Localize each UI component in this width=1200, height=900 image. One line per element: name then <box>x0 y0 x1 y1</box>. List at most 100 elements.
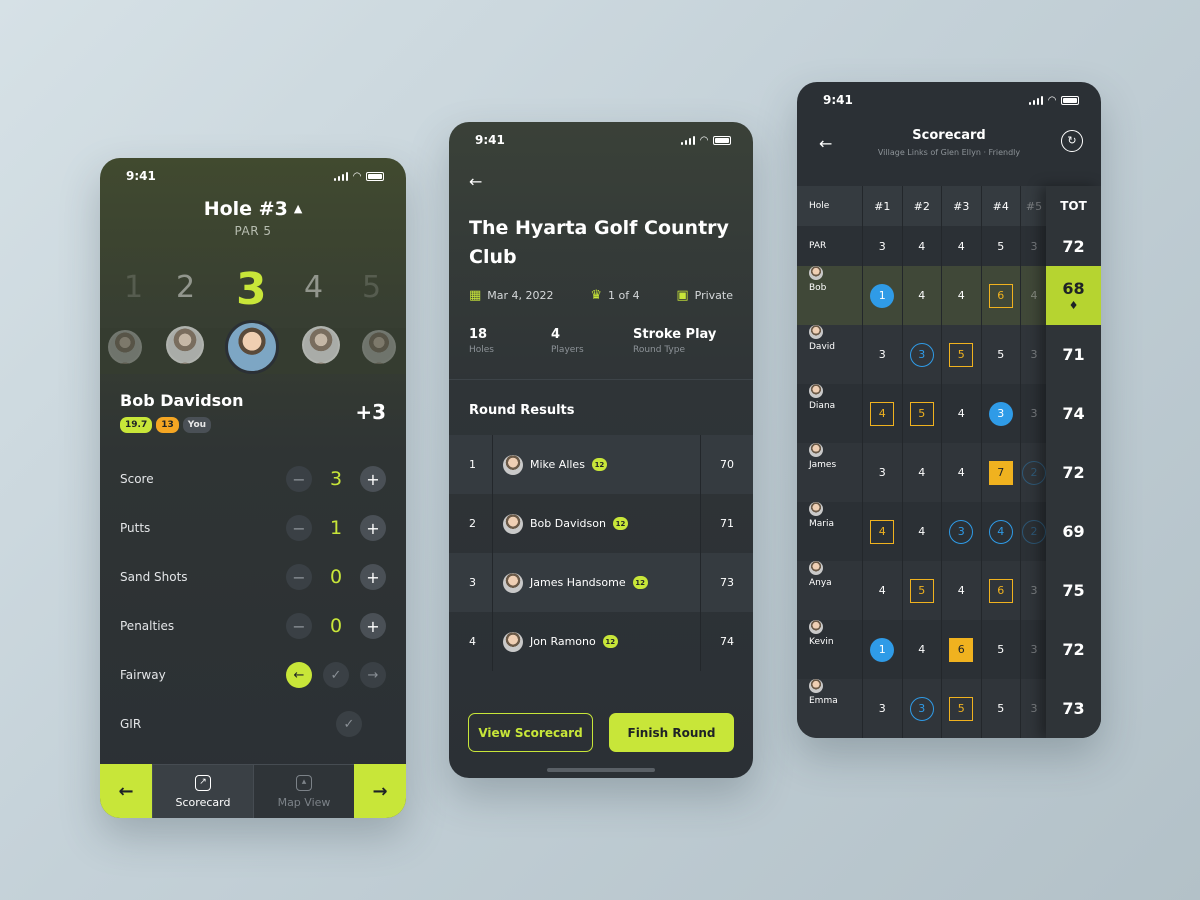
hole-header: #1 <box>863 186 903 226</box>
chevron-up-icon: ▲ <box>293 202 303 215</box>
avatar[interactable] <box>108 330 142 364</box>
score-cell: 3 <box>903 679 942 738</box>
stat-row-gir: GIR ✓ <box>120 709 386 739</box>
player-name: Bob <box>809 283 827 293</box>
round-results-title: Round Results <box>469 403 575 418</box>
chart-icon: ↗ <box>195 774 211 791</box>
result-name: Jon Ramono <box>530 635 596 648</box>
result-rank: 2 <box>449 494 493 553</box>
handicap-badge: 12 <box>602 635 618 648</box>
plus-button[interactable]: + <box>360 515 386 541</box>
avatar[interactable] <box>362 330 396 364</box>
table-row[interactable]: 3 James Handsome 12 73 <box>449 553 753 612</box>
minus-button[interactable]: − <box>286 515 312 541</box>
score-cell: 4 <box>942 384 982 443</box>
status-time: 9:41 <box>823 93 853 107</box>
hole-selector-active[interactable]: 3 <box>236 264 267 315</box>
handicap-badge: 19.7 <box>120 417 153 433</box>
finish-round-button[interactable]: Finish Round <box>609 713 734 752</box>
table-row[interactable]: 1 Mike Alles 12 70 <box>449 435 753 494</box>
score-value: 3 <box>988 401 1013 426</box>
score-cell: 5 <box>982 325 1021 384</box>
plus-button[interactable]: + <box>360 466 386 492</box>
score-value: 5 <box>997 643 1005 656</box>
page-title: Scorecard <box>912 128 986 143</box>
prev-hole-button[interactable]: ← <box>100 764 152 818</box>
signal-icon <box>680 135 696 145</box>
player-name: Maria <box>809 519 834 529</box>
score-value: 4 <box>957 584 965 597</box>
score-value: 3 <box>909 696 934 721</box>
stat-label: Sand Shots <box>120 570 188 584</box>
result-player: Jon Ramono 12 <box>493 612 701 671</box>
score-value: 6 <box>949 637 974 662</box>
minus-button[interactable]: − <box>286 613 312 639</box>
hole-title[interactable]: Hole #3 ▲ <box>100 198 406 220</box>
fairway-hit-button[interactable]: ✓ <box>323 662 349 688</box>
score-value: 3 <box>1030 643 1038 656</box>
hole-selector-item[interactable]: 1 <box>124 270 143 305</box>
bottom-nav: ← ↗ Scorecard ▴ Map View → <box>100 764 406 818</box>
hole-header: #2 <box>903 186 942 226</box>
status-time: 9:41 <box>475 133 505 147</box>
plus-button[interactable]: + <box>360 564 386 590</box>
avatar <box>809 384 823 398</box>
avatar <box>503 572 523 593</box>
back-arrow-icon[interactable]: ← <box>469 172 482 191</box>
player-total: 73 <box>1062 699 1085 718</box>
par-value: 4 <box>942 226 982 266</box>
stat-label: GIR <box>120 717 142 731</box>
avatar <box>809 502 823 516</box>
rotate-icon[interactable]: ↻ <box>1061 130 1083 152</box>
player-badges: 19.7 13 You <box>120 417 212 433</box>
player-name: James <box>809 460 837 470</box>
view-scorecard-button[interactable]: View Scorecard <box>468 713 593 752</box>
score-cell: 4 <box>942 443 982 502</box>
minus-button[interactable]: − <box>286 564 312 590</box>
hole-selector-item[interactable]: 2 <box>176 270 195 305</box>
score-value: 3 <box>878 466 886 479</box>
avatar <box>503 454 523 475</box>
result-score: 73 <box>720 576 734 589</box>
fairway-left-button[interactable]: ← <box>286 662 312 688</box>
score-value: 1 <box>870 637 895 662</box>
score-value: 6 <box>988 578 1013 603</box>
putts-stepper: − 1 + <box>286 515 386 541</box>
fairway-selector: ← ✓ → <box>286 662 386 688</box>
minus-button[interactable]: − <box>286 466 312 492</box>
tab-map-view[interactable]: ▴ Map View <box>253 764 354 818</box>
score-cell: 4 <box>903 443 942 502</box>
divider <box>449 379 753 380</box>
hole-selector-item[interactable]: 5 <box>362 270 381 305</box>
hole-selector-item[interactable]: 4 <box>304 270 323 305</box>
score-value: 4 <box>957 407 965 420</box>
table-row[interactable]: 4 Jon Ramono 12 74 <box>449 612 753 671</box>
score-cell: 5 <box>982 679 1021 738</box>
table-row[interactable]: 2 Bob Davidson 12 71 <box>449 494 753 553</box>
fairway-right-button[interactable]: → <box>360 662 386 688</box>
system-icons: ◠ <box>333 171 384 182</box>
score-cell: 3 <box>863 325 903 384</box>
result-rank: 3 <box>449 553 493 612</box>
avatar[interactable] <box>302 326 340 364</box>
avatar[interactable] <box>166 326 204 364</box>
avatar-selected[interactable] <box>225 320 279 374</box>
plus-button[interactable]: + <box>360 613 386 639</box>
result-name: Bob Davidson <box>530 517 606 530</box>
result-rank: 4 <box>449 612 493 671</box>
round-date: ▦ Mar 4, 2022 <box>469 288 554 303</box>
system-icons: ◠ <box>680 134 731 146</box>
tab-scorecard[interactable]: ↗ Scorecard <box>152 764 253 818</box>
score-cell: 2 <box>1021 502 1048 561</box>
score-cell: 3 <box>1021 384 1048 443</box>
arrow-right-icon: → <box>372 780 388 802</box>
wifi-icon: ◠ <box>700 134 708 146</box>
next-hole-button[interactable]: → <box>354 764 406 818</box>
gir-check-button[interactable]: ✓ <box>336 711 362 737</box>
score-cell: 4 <box>942 561 982 620</box>
kpi-players: 4 Players <box>551 327 584 355</box>
score-value: 4 <box>918 466 926 479</box>
player-cell: James <box>797 443 863 502</box>
lock-icon: ▣ <box>676 288 689 303</box>
calendar-icon: ▦ <box>469 288 482 303</box>
